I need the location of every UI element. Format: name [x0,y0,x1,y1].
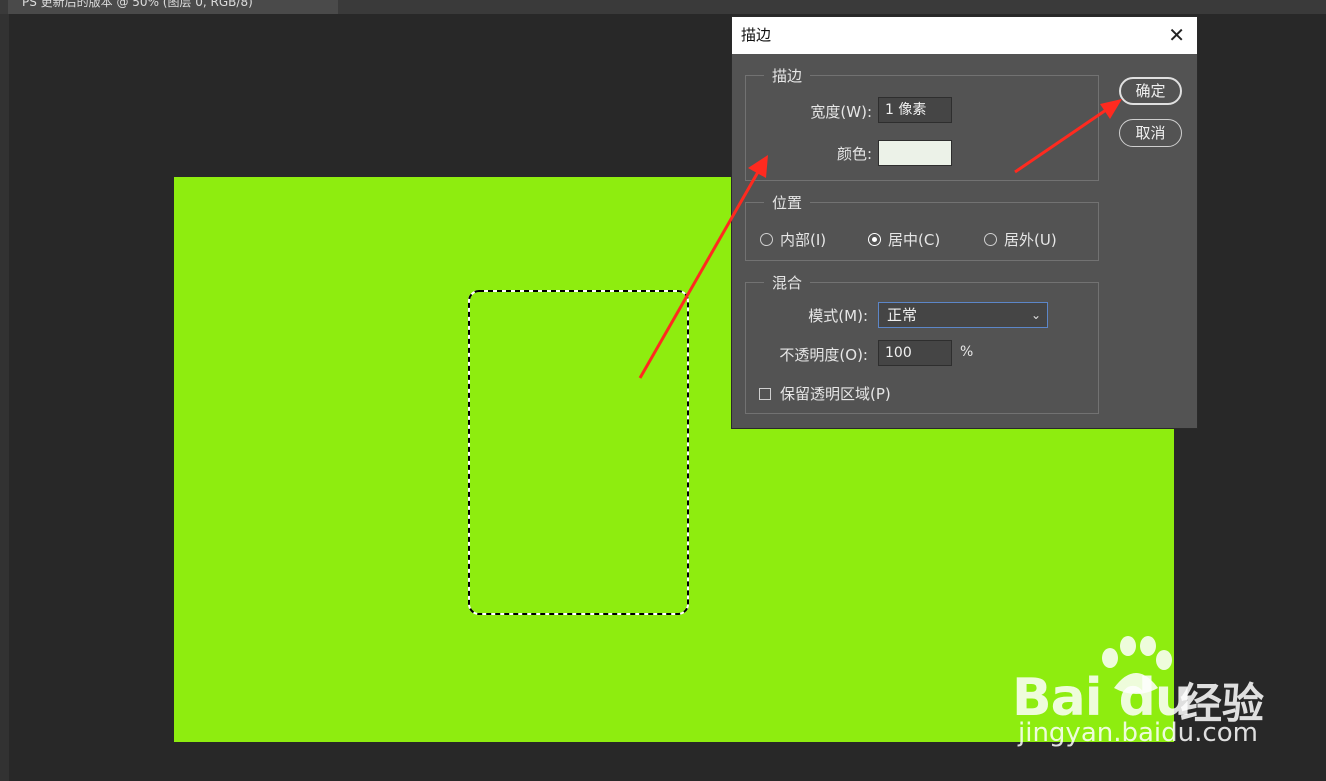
toolbar-edge [0,14,9,781]
blend-mode-select[interactable]: 正常 ⌄ [878,302,1048,328]
width-input[interactable]: 1 像素 [878,97,952,123]
radio-outside[interactable]: 居外(U) [984,229,1057,250]
baidu-url-text: jingyan.baidu.com [1018,718,1258,748]
dialog-title: 描边 [741,26,772,44]
blend-group: 混合 模式(M): 正常 ⌄ 不透明度(O): 100 % 保留透明区域(P) [745,272,1099,414]
opacity-input[interactable]: 100 [878,340,952,366]
position-group: 位置 内部(I) 居中(C) 居外(U) [745,192,1099,261]
close-icon[interactable]: ✕ [1168,17,1185,54]
stroke-dialog: 描边 ✕ 描边 宽度(W): 1 像素 颜色: 位置 内部(I) 居中(C) 居… [732,17,1197,428]
ok-button[interactable]: 确定 [1119,77,1182,105]
width-label: 宽度(W): [810,103,872,121]
checkbox-box [759,387,771,400]
blend-group-legend: 混合 [764,272,811,293]
position-group-legend: 位置 [764,192,811,213]
radio-inside-indicator [760,233,773,246]
chevron-down-icon: ⌄ [1030,308,1041,322]
marquee-selection [468,290,689,615]
stroke-group: 描边 宽度(W): 1 像素 颜色: [745,65,1099,181]
opacity-unit: % [960,344,974,360]
radio-inside[interactable]: 内部(I) [760,229,826,250]
radio-center-indicator [868,233,881,246]
color-label: 颜色: [836,145,872,163]
radio-outside-label: 居外(U) [1004,231,1057,249]
radio-center[interactable]: 居中(C) [868,229,940,250]
mode-label: 模式(M): [808,307,868,325]
document-tab-bar: PS 更新后的版本 @ 50% (图层 0, RGB/8) [0,0,1326,14]
radio-inside-label: 内部(I) [780,231,827,249]
stroke-group-legend: 描边 [764,65,811,86]
opacity-label: 不透明度(O): [779,346,868,364]
radio-outside-indicator [984,233,997,246]
blend-mode-value: 正常 [887,306,918,324]
radio-center-label: 居中(C) [888,231,941,249]
preserve-transparency-checkbox[interactable]: 保留透明区域(P) [759,383,891,404]
document-tab[interactable]: PS 更新后的版本 @ 50% (图层 0, RGB/8) [8,0,338,14]
cancel-button[interactable]: 取消 [1119,119,1182,147]
dialog-titlebar[interactable]: 描边 ✕ [732,17,1197,54]
preserve-transparency-label: 保留透明区域(P) [780,385,891,403]
baidu-watermark: Bai du 经验 jingyan.baidu.com [1012,632,1272,757]
stroke-color-swatch[interactable] [878,140,952,166]
